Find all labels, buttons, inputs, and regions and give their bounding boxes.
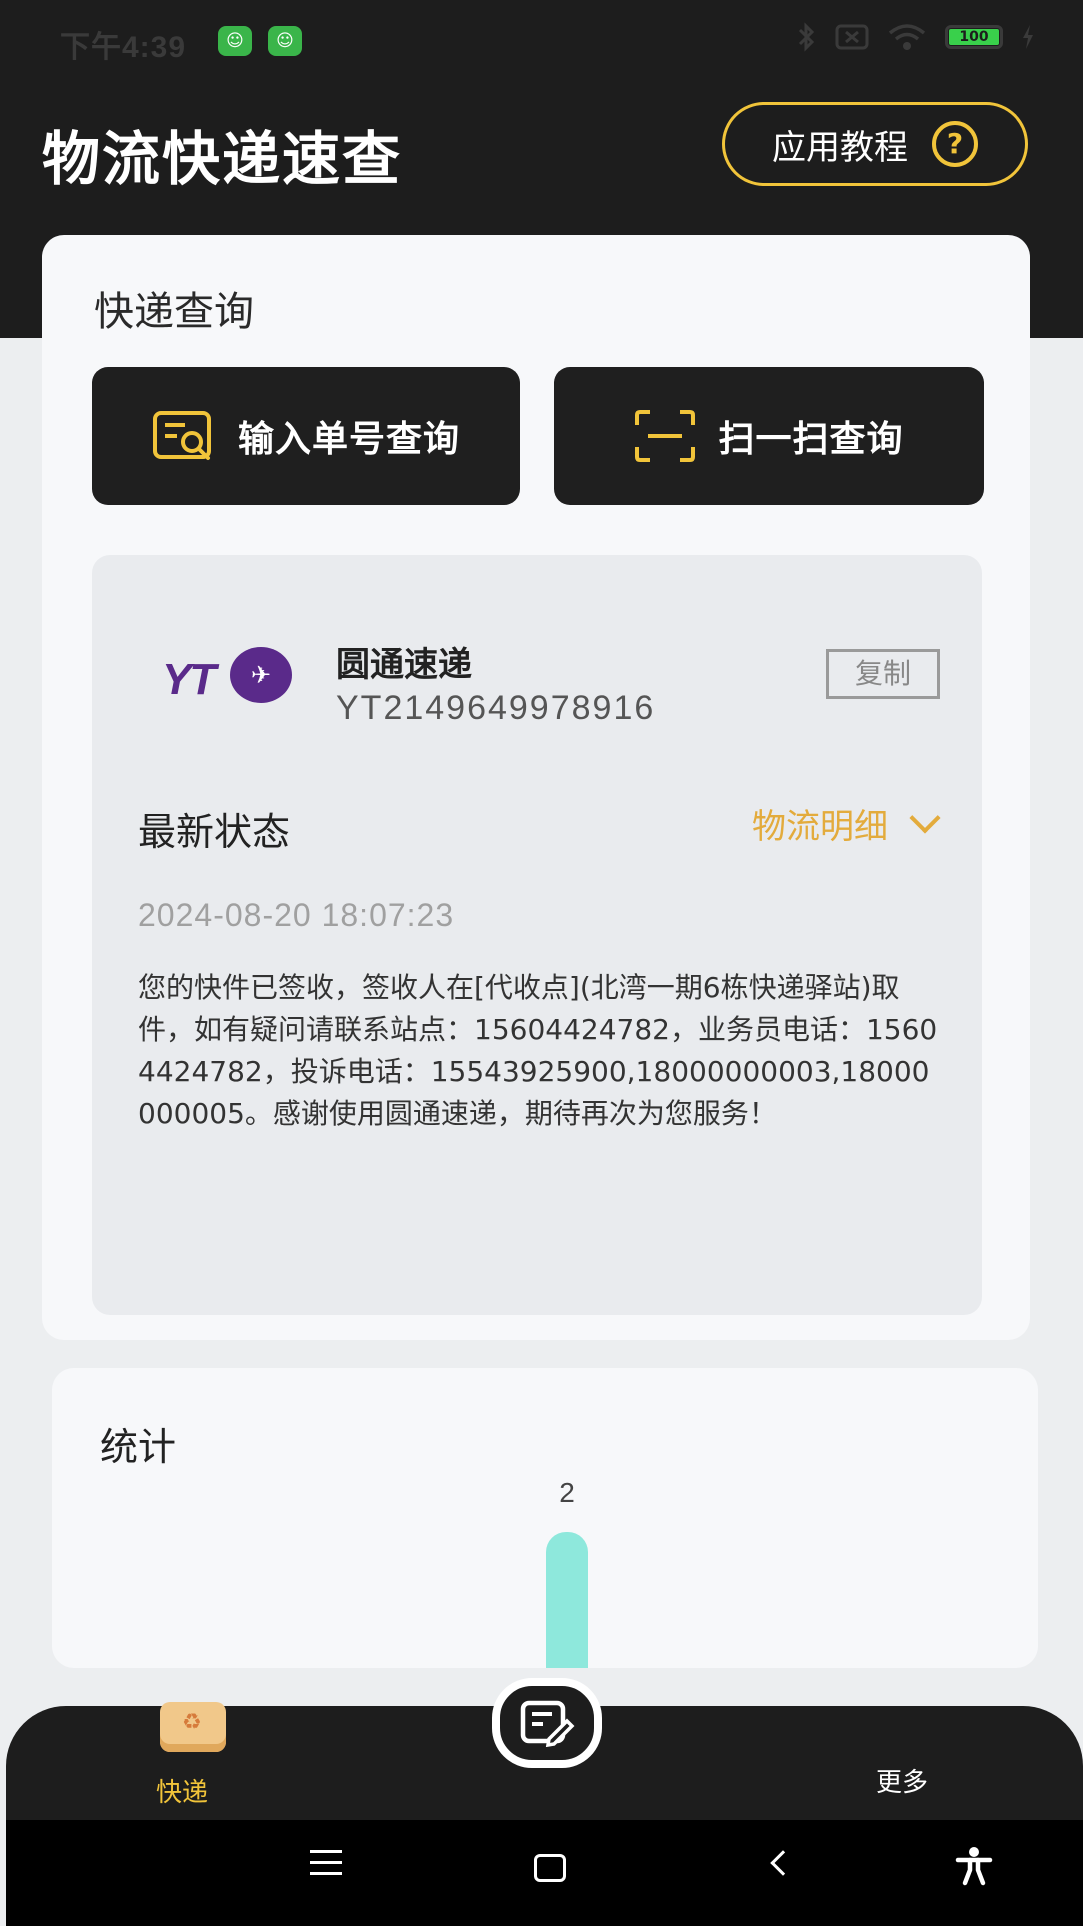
center-query-button[interactable] [492,1678,602,1768]
tab-express[interactable]: 快递 [146,1702,242,1820]
status-timestamp: 2024-08-20 18:07:23 [138,897,455,933]
status-bar: 下午4:39 ☺ ☺ 100 [0,0,1083,80]
status-icons: 100 [797,22,1035,52]
charging-icon [1023,25,1033,49]
status-description: 您的快件已签收，签收人在[代收点](北湾一期6栋快递驿站)取件，如有疑问请联系站… [138,971,938,1130]
query-card: 快递查询 输入单号查询 扫一扫查询 YT ✈ 圆通速递 YT2149649978… [42,235,1030,1340]
system-nav-bar [6,1820,1083,1926]
notification-app-icon: ☺ [268,26,302,56]
logistics-detail-label: 物流明细 [752,807,888,847]
status-time: 下午4:39 [60,31,187,64]
tab-express-label: 快递 [156,1778,209,1808]
tracking-number: YT2149649978916 [336,689,656,727]
carrier-logo: YT ✈ [162,645,292,709]
latest-status-label: 最新状态 [138,810,291,854]
notification-app-icon: ☺ [218,26,252,56]
carrier-name: 圆通速递 [336,645,472,685]
chevron-down-icon [909,801,941,834]
carrier-logo-text: YT [162,655,216,704]
accessibility-icon[interactable] [954,1846,994,1886]
logistics-detail-link[interactable]: 物流明细 [752,799,941,848]
package-box-icon [160,1702,226,1752]
manual-query-button[interactable]: 输入单号查询 [92,367,520,505]
back-icon[interactable] [770,1850,796,1876]
query-card-title: 快递查询 [94,289,254,335]
tutorial-label: 应用教程 [772,127,908,168]
stats-card: 统计 2 [52,1368,1038,1668]
sim-blocked-icon [835,24,869,50]
menu-icon[interactable] [310,1850,342,1883]
copy-button[interactable]: 复制 [826,649,940,699]
battery-level: 100 [949,29,999,45]
scan-query-label: 扫一扫查询 [718,419,904,460]
app-title: 物流快递速查 [42,125,403,193]
stats-chart: 2 [546,1477,588,1668]
help-icon: ? [932,121,978,167]
wifi-icon [888,24,926,50]
stats-bar-value-label: 2 [559,1477,575,1508]
home-icon[interactable] [534,1854,566,1882]
scan-query-button[interactable]: 扫一扫查询 [554,367,984,505]
battery-icon: 100 [945,25,1003,49]
bluetooth-icon [798,22,815,52]
tab-more[interactable]: 更多 [876,1762,928,1799]
scan-icon [635,410,696,462]
document-edit-icon [520,1700,575,1747]
document-search-icon [152,411,211,460]
manual-query-label: 输入单号查询 [237,419,460,460]
tracking-result: YT ✈ 圆通速递 YT2149649978916 复制 最新状态 物流明细 2… [92,555,982,1315]
stats-bar [546,1532,588,1668]
carrier-logo-emblem: ✈ [230,647,292,703]
tutorial-button[interactable]: 应用教程 ? [722,102,1028,186]
